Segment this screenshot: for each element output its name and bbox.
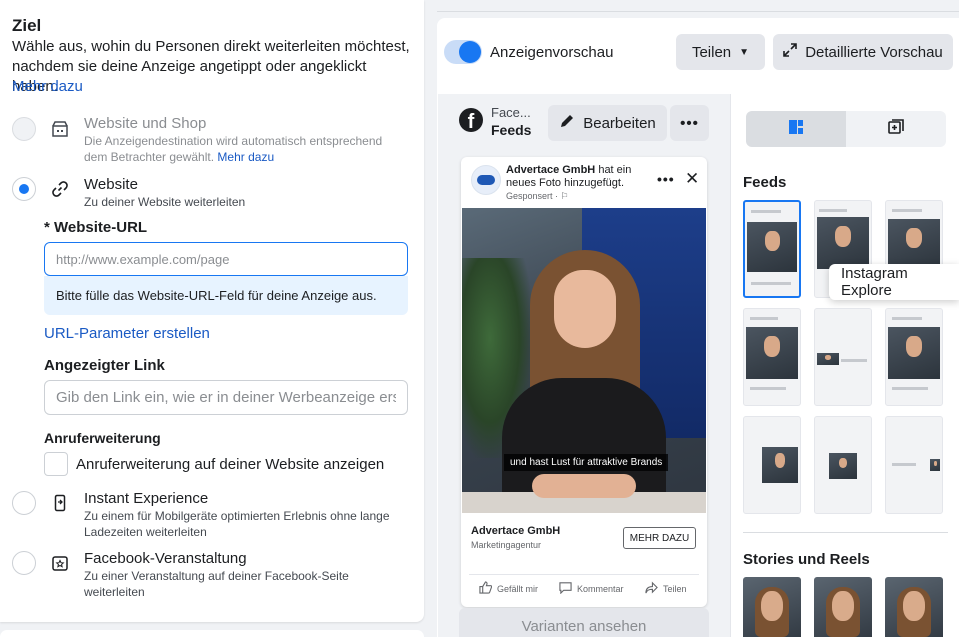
like-label: Gefällt mir bbox=[497, 583, 539, 594]
edit-button-label: Bearbeiten bbox=[583, 114, 656, 132]
share-button[interactable]: Teilen ▼ bbox=[676, 34, 765, 70]
storefront-icon bbox=[50, 119, 70, 139]
stories-section-title: Stories und Reels bbox=[743, 551, 870, 568]
ad-preview-toggle-label: Anzeigenvorschau bbox=[490, 44, 614, 61]
share-button-label: Teilen bbox=[691, 43, 732, 61]
radio-website[interactable] bbox=[12, 177, 36, 201]
option-more-link[interactable]: Mehr dazu bbox=[217, 150, 274, 164]
vertical-divider bbox=[730, 94, 731, 637]
phone-icon bbox=[50, 493, 70, 513]
call-extension-checkbox-label: Anruferweiterung auf deiner Website anze… bbox=[76, 456, 385, 473]
tab-feed-view[interactable] bbox=[746, 111, 846, 147]
cta-button[interactable]: MEHR DAZU bbox=[623, 527, 696, 549]
option-title-instant-experience: Instant Experience bbox=[84, 490, 209, 507]
display-link-input[interactable] bbox=[44, 380, 408, 415]
share-label: Teilen bbox=[663, 583, 687, 594]
more-info-link[interactable]: Mehr dazu bbox=[12, 78, 83, 95]
website-url-label: * Website-URL bbox=[44, 219, 148, 236]
view-variants-button[interactable]: Varianten ansehen bbox=[459, 608, 709, 637]
next-section-panel bbox=[0, 630, 424, 637]
post-page-name: Advertace GmbH bbox=[471, 525, 561, 537]
close-icon[interactable]: ✕ bbox=[685, 169, 699, 189]
post-page-category: Marketingagentur bbox=[471, 540, 542, 550]
ad-preview-toggle[interactable] bbox=[444, 40, 482, 64]
video-caption: und hast Lust für attraktive Brands bbox=[504, 454, 669, 471]
post-divider bbox=[469, 574, 699, 575]
advertiser-avatar bbox=[471, 165, 501, 195]
expand-icon bbox=[783, 43, 798, 61]
placement-thumb-instagram-stories[interactable] bbox=[814, 577, 872, 637]
option-subtitle-instant-experience: Zu einem für Mobilgeräte optimierten Erl… bbox=[84, 509, 390, 539]
comment-action[interactable]: Kommentar bbox=[559, 581, 624, 596]
link-icon bbox=[50, 179, 70, 199]
share-arrow-icon bbox=[645, 581, 658, 596]
post-advertiser-name: Advertace GmbH bbox=[506, 164, 596, 176]
comment-label: Kommentar bbox=[577, 583, 624, 594]
detailed-preview-button[interactable]: Detaillierte Vorschau bbox=[773, 34, 953, 70]
thumbs-up-icon bbox=[479, 581, 493, 596]
option-title-website-shop: Website und Shop bbox=[84, 115, 207, 132]
placement-thumb-search-results[interactable] bbox=[885, 416, 943, 514]
event-star-icon bbox=[50, 553, 70, 573]
share-action[interactable]: Teilen bbox=[645, 581, 687, 596]
url-params-link[interactable]: URL-Parameter erstellen bbox=[44, 325, 210, 342]
placement-thumb-profile-feed[interactable] bbox=[885, 308, 943, 406]
top-divider bbox=[437, 11, 959, 12]
placement-name: Feeds bbox=[491, 122, 532, 138]
edit-button[interactable]: Bearbeiten bbox=[548, 105, 667, 141]
ad-image: und hast Lust für attraktive Brands bbox=[462, 208, 706, 513]
comment-icon bbox=[559, 581, 572, 596]
option-subtitle-website-shop: Die Anzeigendestination wird automatisch… bbox=[84, 133, 404, 165]
placement-tooltip: Instagram Explore bbox=[829, 264, 959, 300]
radio-website-shop bbox=[12, 117, 36, 141]
placement-thumb-explore[interactable] bbox=[743, 416, 801, 514]
more-options-button[interactable]: ••• bbox=[670, 105, 709, 141]
placement-thumb-right-column[interactable] bbox=[814, 416, 872, 514]
placement-thumb-marketplace[interactable] bbox=[743, 308, 801, 406]
facebook-logo-icon: f bbox=[459, 108, 483, 132]
caret-down-icon: ▼ bbox=[739, 46, 750, 58]
website-url-input[interactable] bbox=[44, 242, 408, 276]
detailed-preview-label: Detaillierte Vorschau bbox=[805, 43, 943, 61]
option-title-website: Website bbox=[84, 176, 138, 193]
destination-panel: Ziel Wähle aus, wohin du Personen direkt… bbox=[0, 0, 424, 622]
placement-thumb-video-feed[interactable] bbox=[814, 308, 872, 406]
placement-thumb-messenger-stories[interactable] bbox=[885, 577, 943, 637]
option-subtitle-website: Zu deiner Website weiterleiten bbox=[84, 195, 246, 209]
layout-grid-icon bbox=[788, 119, 804, 140]
placement-thumb-facebook-stories[interactable] bbox=[743, 577, 801, 637]
post-more-icon[interactable]: ••• bbox=[657, 171, 675, 187]
radio-instant-experience[interactable] bbox=[12, 491, 36, 515]
more-dots-icon: ••• bbox=[680, 114, 699, 132]
section-divider bbox=[743, 532, 948, 533]
post-sponsored: Gesponsert · ⚐ bbox=[506, 191, 569, 201]
ad-post-preview: Advertace GmbH hat ein neues Foto hinzug… bbox=[461, 157, 707, 607]
option-title-facebook-event: Facebook-Veranstaltung bbox=[84, 550, 247, 567]
tab-single-view[interactable] bbox=[846, 111, 946, 147]
like-action[interactable]: Gefällt mir bbox=[479, 581, 538, 596]
section-title: Ziel bbox=[12, 16, 42, 35]
display-link-label: Angezeigter Link bbox=[44, 357, 165, 374]
placement-thumb-facebook-feed[interactable] bbox=[743, 200, 801, 298]
url-hint-box: Bitte fülle das Website-URL-Feld für dei… bbox=[44, 276, 408, 315]
post-header: Advertace GmbH hat ein neues Foto hinzug… bbox=[506, 164, 661, 190]
call-extension-checkbox[interactable] bbox=[44, 452, 68, 476]
add-media-icon bbox=[888, 118, 904, 140]
call-extension-label: Anruferweiterung bbox=[44, 430, 161, 446]
feeds-section-title: Feeds bbox=[743, 174, 787, 191]
option-subtitle-facebook-event: Zu einer Veranstaltung auf deiner Facebo… bbox=[84, 569, 349, 599]
platform-name: Face... bbox=[491, 105, 531, 120]
radio-facebook-event[interactable] bbox=[12, 551, 36, 575]
pencil-icon bbox=[559, 113, 575, 133]
